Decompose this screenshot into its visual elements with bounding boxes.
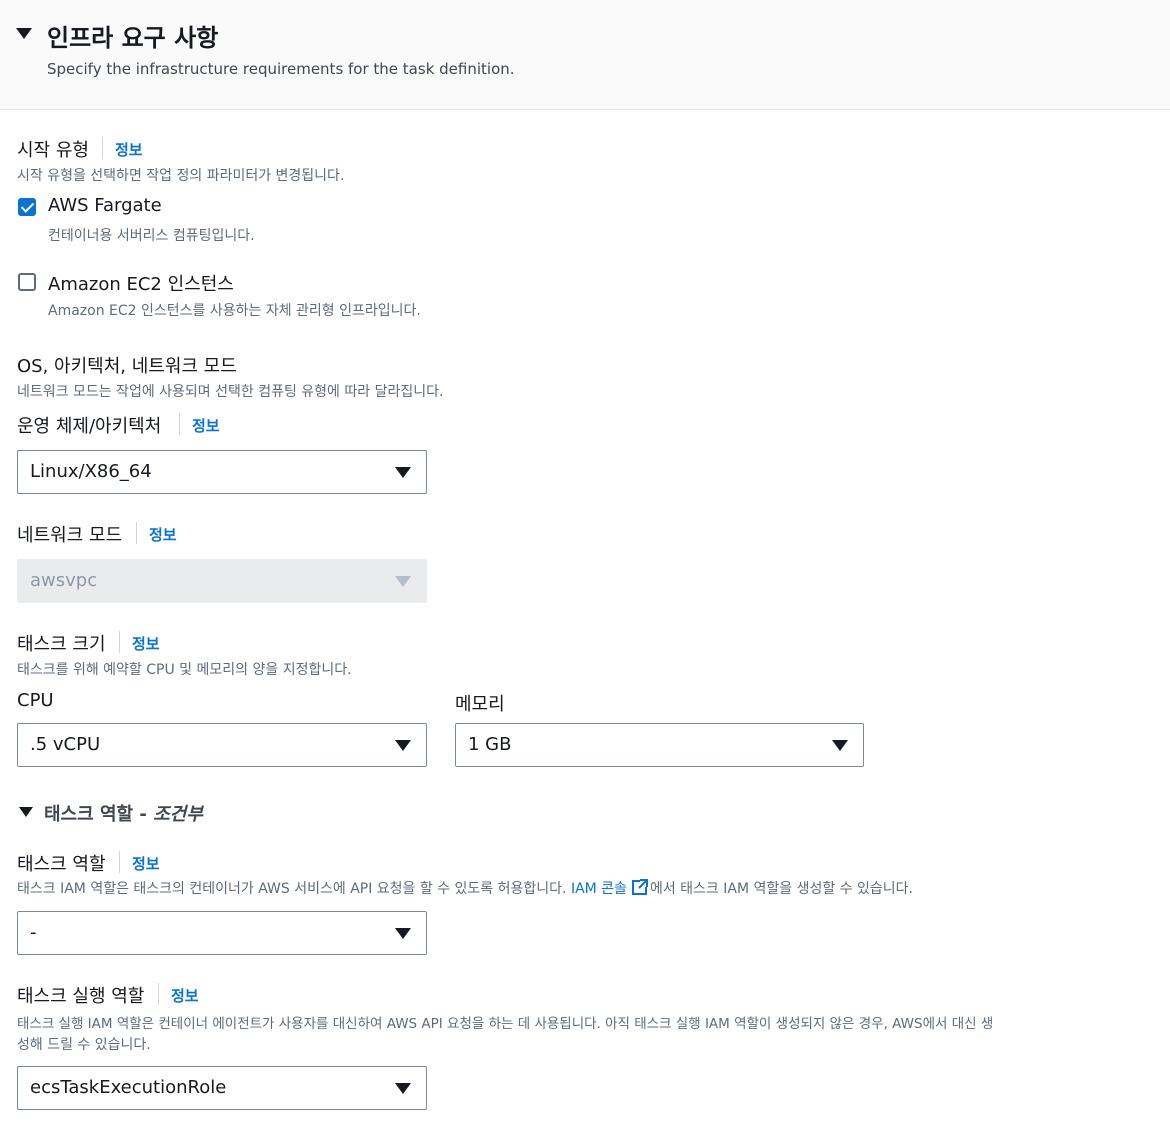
network-mode-select: awsvpc [17,559,427,603]
ec2-option-label[interactable]: Amazon EC2 인스턴스 [48,270,234,296]
collapse-caret-icon[interactable] [16,28,32,39]
external-link-icon[interactable] [631,878,649,896]
caret-down-icon [395,1083,411,1094]
os-arch-select[interactable]: Linux/X86_64 [17,450,427,494]
execution-role-hint-line1: 태스크 실행 IAM 역할은 컨테이너 에이전트가 사용자를 대신하여 AWS … [17,1016,994,1032]
info-divider [136,522,137,544]
task-role-select-value: - [30,922,37,943]
fargate-option-description: 컨테이너용 서버리스 컴퓨팅입니다. [48,228,255,244]
memory-select[interactable]: 1 GB [455,723,864,767]
ec2-option-description: Amazon EC2 인스턴스를 사용하는 자체 관리형 인프라입니다. [48,303,421,319]
execution-role-hint-line2: 성해 드릴 수 있습니다. [17,1037,151,1053]
os-network-hint: 네트워크 모드는 작업에 사용되며 선택한 컴퓨팅 유형에 따라 달라집니다. [17,384,444,400]
iam-console-link[interactable]: IAM 콘솔 [571,881,627,897]
caret-down-icon [395,467,411,478]
task-size-label: 태스크 크기 [17,634,106,655]
caret-down-icon [395,576,411,587]
info-divider [102,137,103,159]
task-size-info-link[interactable]: 정보 [132,633,160,654]
os-arch-label: 운영 체제/아키텍처 [17,416,162,437]
network-mode-label: 네트워크 모드 [17,525,123,546]
fargate-checkbox[interactable] [18,198,36,216]
caret-down-icon [395,928,411,939]
caret-down-icon [832,740,848,751]
memory-label: 메모리 [455,694,505,715]
info-divider [179,413,180,435]
execution-role-label: 태스크 실행 역할 [17,986,145,1007]
os-arch-select-value: Linux/X86_64 [30,461,152,482]
info-divider [119,851,120,873]
caret-down-icon [395,740,411,751]
ec2-checkbox[interactable] [18,273,36,291]
section-header: 인프라 요구 사항 Specify the infrastructure req… [0,0,1170,110]
section-title[interactable]: 인프라 요구 사항 [47,18,218,53]
task-role-select[interactable]: - [17,911,427,955]
section-description: Specify the infrastructure requirements … [47,60,515,78]
fargate-option-label[interactable]: AWS Fargate [48,195,162,216]
network-mode-select-value: awsvpc [30,570,98,591]
cpu-label: CPU [17,690,54,711]
cpu-select[interactable]: .5 vCPU [17,723,427,767]
task-role-section-caret-icon[interactable] [19,807,33,817]
task-role-hint: 태스크 IAM 역할은 태스크의 컨테이너가 AWS 서비스에 API 요청을 … [17,878,913,898]
launch-type-label: 시작 유형 [17,140,89,161]
task-size-hint: 태스크를 위해 예약할 CPU 및 메모리의 양을 지정합니다. [17,662,352,678]
execution-role-info-link[interactable]: 정보 [171,985,199,1006]
cpu-select-value: .5 vCPU [30,734,101,755]
task-role-section-title[interactable]: 태스크 역할 - 조건부 [44,800,203,826]
execution-role-select-value: ecsTaskExecutionRole [30,1077,227,1098]
task-role-info-link[interactable]: 정보 [132,853,160,874]
task-role-label: 태스크 역할 [17,854,106,875]
launch-type-hint: 시작 유형을 선택하면 작업 정의 파라미터가 변경됩니다. [17,168,345,184]
os-network-heading: OS, 아키텍처, 네트워크 모드 [17,356,237,377]
launch-type-info-link[interactable]: 정보 [115,139,143,160]
info-divider [119,631,120,653]
network-mode-info-link[interactable]: 정보 [149,524,177,545]
info-divider [158,983,159,1005]
execution-role-select[interactable]: ecsTaskExecutionRole [17,1066,427,1110]
memory-select-value: 1 GB [468,734,512,755]
os-arch-info-link[interactable]: 정보 [192,415,220,436]
